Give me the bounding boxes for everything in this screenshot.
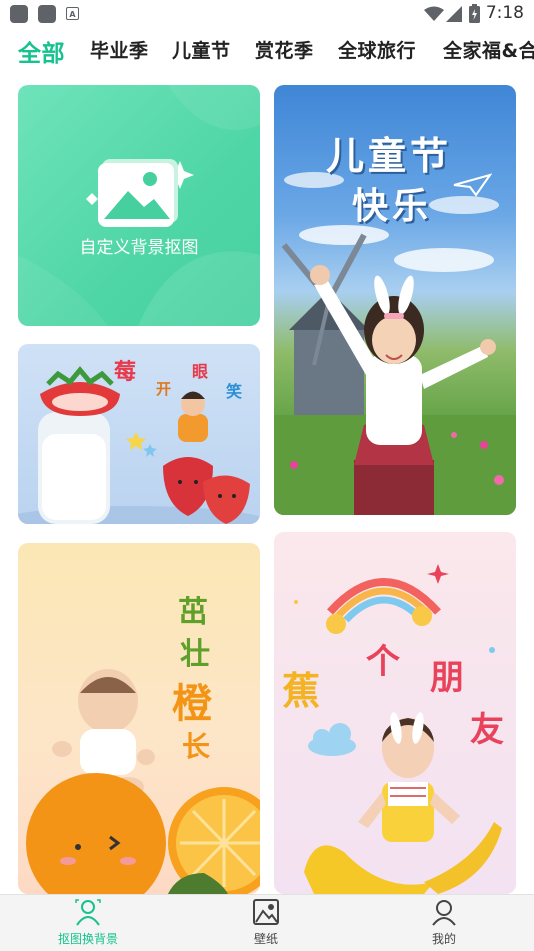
app-icon: [10, 5, 28, 23]
nav-wallpaper-label: 壁纸: [253, 932, 278, 946]
banana-char-2: 个: [366, 642, 400, 682]
custom-background-label: 自定义背景抠图: [79, 238, 199, 258]
custom-background-card[interactable]: 自定义背景抠图: [18, 85, 260, 326]
orange-char-2: 壮: [180, 637, 210, 672]
strawberry-char-2: 开: [156, 380, 172, 398]
signal-icon: [446, 6, 462, 22]
nav-cutout-background[interactable]: 抠图换背景: [38, 895, 138, 951]
tab-global-travel[interactable]: 全球旅行: [338, 36, 416, 63]
tab-childrens-day[interactable]: 儿童节: [172, 36, 231, 63]
paper-plane-icon: [453, 173, 492, 197]
app-icon: [38, 5, 56, 23]
strawberry-char-1: 莓: [114, 360, 137, 385]
wifi-icon: [424, 6, 444, 21]
nav-wallpaper[interactable]: 壁纸: [216, 895, 316, 951]
battery-icon: [469, 4, 480, 23]
childrens-day-title-line2: 快乐: [352, 186, 433, 227]
tab-family-photo[interactable]: 全家福&合: [443, 36, 534, 63]
strawberry-char-4: 笑: [226, 382, 243, 401]
image-placeholder-icon: [86, 159, 194, 227]
strawberry-photo: [18, 366, 260, 524]
person-cutout-icon: [75, 899, 101, 926]
nav-profile[interactable]: 我的: [394, 895, 494, 951]
strawberry-template-card[interactable]: 莓 开 眼 笑: [18, 344, 260, 524]
banana-char-1: 蕉: [282, 669, 321, 713]
nav-cutout-background-label: 抠图换背景: [57, 932, 118, 946]
childrens-day-title-line1: 儿童节: [326, 134, 453, 178]
banana-char-4: 友: [470, 710, 504, 750]
tab-all[interactable]: 全部: [18, 34, 65, 68]
childrens-day-template-card[interactable]: 儿童节 快乐: [274, 85, 516, 515]
status-time: 7:18: [485, 3, 524, 23]
orange-char-3: 橙: [172, 681, 212, 727]
orange-char-1: 茁: [178, 595, 208, 630]
orange-photo: [26, 669, 260, 894]
category-tabs: 全部 毕业季 儿童节 赏花季 全球旅行 全家福&合: [0, 28, 534, 74]
accessibility-a-icon: A: [66, 7, 79, 20]
nav-profile-label: 我的: [431, 932, 456, 946]
profile-icon: [432, 900, 456, 926]
strawberry-char-3: 眼: [192, 362, 209, 381]
orange-template-card[interactable]: 茁 壮 橙 长: [18, 543, 260, 894]
wallpaper-icon: [253, 899, 279, 925]
banana-char-3: 朋: [430, 658, 464, 698]
bottom-navigation: 抠图换背景 壁纸 我的: [0, 894, 534, 951]
orange-char-4: 长: [182, 730, 211, 763]
banana-template-card[interactable]: 蕉 个 朋 友: [274, 532, 516, 894]
status-bar: A 7:18: [0, 0, 534, 28]
tab-flower-season[interactable]: 赏花季: [255, 36, 314, 63]
tab-graduation[interactable]: 毕业季: [90, 36, 149, 63]
